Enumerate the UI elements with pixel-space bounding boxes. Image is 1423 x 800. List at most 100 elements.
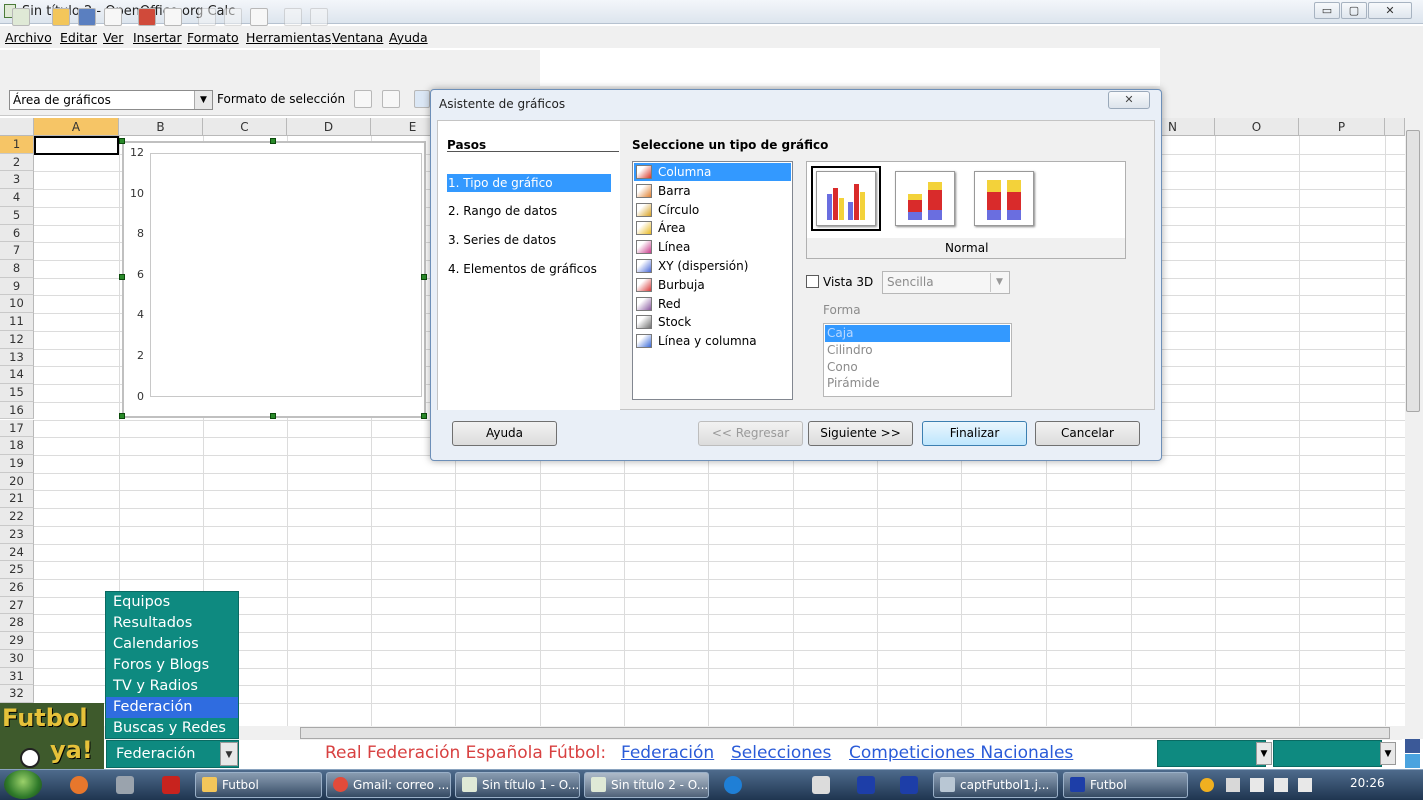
row-header[interactable]: 10 — [0, 295, 34, 314]
column-header[interactable]: B — [119, 118, 203, 136]
paste-icon[interactable] — [250, 8, 268, 26]
row-header[interactable]: 29 — [0, 632, 34, 650]
row-header[interactable]: 6 — [0, 224, 34, 243]
column-header[interactable]: A — [34, 118, 119, 136]
link-selecciones[interactable]: Selecciones — [731, 743, 831, 763]
column-stacked-variant-icon[interactable] — [895, 171, 955, 226]
row-header[interactable]: 24 — [0, 543, 34, 562]
clock[interactable]: 20:26 — [1350, 776, 1385, 790]
row-header[interactable]: 25 — [0, 561, 34, 579]
row-header[interactable]: 28 — [0, 614, 34, 633]
action-center-icon[interactable] — [1226, 778, 1240, 792]
firefox-icon[interactable] — [70, 776, 88, 794]
redo-icon[interactable] — [310, 8, 328, 26]
back-button[interactable]: << Regresar — [698, 421, 803, 446]
app-icon[interactable] — [812, 776, 830, 794]
chart-type-item[interactable]: Círculo — [634, 201, 791, 219]
shape-option[interactable]: Cilindro — [825, 342, 1010, 359]
cut-icon[interactable] — [198, 8, 216, 26]
copy-icon[interactable] — [224, 8, 242, 26]
dialog-close-button[interactable]: ✕ — [1108, 91, 1150, 109]
export-pdf-icon[interactable] — [138, 8, 156, 26]
help-button[interactable]: Ayuda — [452, 421, 557, 446]
row-header[interactable]: 4 — [0, 189, 34, 207]
row-header[interactable]: 32 — [0, 685, 34, 703]
column-header[interactable]: C — [203, 118, 287, 136]
chart-type-item[interactable]: Línea — [634, 238, 791, 256]
row-header[interactable]: 7 — [0, 242, 34, 260]
column-normal-variant-icon[interactable] — [811, 166, 881, 231]
shape-option[interactable]: Pirámide — [825, 375, 1010, 392]
futbol-menu-item[interactable]: Foros y Blogs — [106, 655, 238, 676]
link-competiciones[interactable]: Competiciones Nacionales — [849, 743, 1073, 763]
futbol-menu-item[interactable]: Federación — [106, 697, 238, 718]
cancel-button[interactable]: Cancelar — [1035, 421, 1140, 446]
column-header[interactable]: D — [287, 118, 371, 136]
row-header[interactable]: 16 — [0, 401, 34, 420]
chart-type-item[interactable]: Línea y columna — [634, 332, 791, 350]
chart-resize-handle[interactable] — [270, 138, 276, 144]
step-chart-type[interactable]: 1. Tipo de gráfico — [447, 174, 611, 192]
next-button[interactable]: Siguiente >> — [808, 421, 913, 446]
filezilla-icon[interactable] — [162, 776, 180, 794]
start-button[interactable] — [4, 770, 42, 799]
vertical-scroll-thumb[interactable] — [1406, 130, 1420, 412]
row-header[interactable]: 19 — [0, 454, 34, 473]
row-header[interactable]: 22 — [0, 508, 34, 526]
tray-icon[interactable] — [1200, 778, 1214, 792]
row-header[interactable]: 23 — [0, 525, 34, 544]
app-icon[interactable] — [900, 776, 918, 794]
futbol-menu-item[interactable]: Resultados — [106, 613, 238, 634]
save-icon[interactable] — [78, 8, 96, 26]
chart-type-item[interactable]: Área — [634, 219, 791, 237]
chart-type-item[interactable]: Barra — [634, 182, 791, 200]
chart-resize-handle[interactable] — [421, 274, 427, 280]
shape-option[interactable]: Cono — [825, 359, 1010, 376]
finish-button[interactable]: Finalizar — [922, 421, 1027, 446]
row-header[interactable]: 13 — [0, 348, 34, 367]
row-header[interactable]: 17 — [0, 419, 34, 438]
futbol-menu-item[interactable]: Calendarios — [106, 634, 238, 655]
horizontal-scroll-thumb[interactable] — [300, 727, 1390, 739]
tray-icon[interactable] — [1250, 778, 1264, 792]
app-icon[interactable] — [857, 776, 875, 794]
chart-type-item[interactable]: Red — [634, 295, 791, 313]
ie-icon[interactable] — [724, 776, 742, 794]
row-header[interactable]: 9 — [0, 277, 34, 296]
vista-3d-checkbox[interactable] — [806, 275, 819, 288]
menu-archivo[interactable]: Archivo — [5, 30, 52, 45]
format-selection-button[interactable]: Formato de selección — [217, 92, 345, 106]
email-icon[interactable] — [104, 8, 122, 26]
row-header[interactable]: 14 — [0, 366, 34, 385]
maximize-button[interactable]: ▢ — [1341, 2, 1367, 19]
chart-resize-handle[interactable] — [119, 413, 125, 419]
column-header[interactable]: O — [1215, 118, 1299, 136]
chart-type-item[interactable]: XY (dispersión) — [634, 257, 791, 275]
row-header[interactable]: 26 — [0, 579, 34, 597]
print-icon[interactable] — [164, 8, 182, 26]
shape-option[interactable]: Caja — [825, 325, 1010, 342]
twitter-icon[interactable] — [1405, 754, 1420, 768]
menu-ventana[interactable]: Ventana — [332, 30, 383, 45]
network-icon[interactable] — [1274, 778, 1288, 792]
step-chart-elements[interactable]: 4. Elementos de gráficos — [447, 260, 611, 278]
futbol-menu-item[interactable]: TV y Radios — [106, 676, 238, 697]
menu-ayuda[interactable]: Ayuda — [389, 30, 428, 45]
select-all-corner[interactable] — [0, 118, 34, 136]
row-header[interactable]: 12 — [0, 330, 34, 349]
volume-icon[interactable] — [1298, 778, 1312, 792]
row-header[interactable]: 27 — [0, 596, 34, 615]
menu-ver[interactable]: Ver — [103, 30, 123, 45]
futbol-menu-item[interactable]: Equipos — [106, 592, 238, 613]
row-header[interactable]: 15 — [0, 384, 34, 402]
step-data-range[interactable]: 2. Rango de datos — [447, 202, 611, 220]
chart-resize-handle[interactable] — [119, 274, 125, 280]
menu-editar[interactable]: Editar — [60, 30, 97, 45]
row-header[interactable]: 1 — [0, 136, 34, 154]
open-folder-icon[interactable] — [52, 8, 70, 26]
row-header[interactable]: 31 — [0, 667, 34, 686]
chart-resize-handle[interactable] — [421, 413, 427, 419]
chevron-down-icon[interactable]: ▼ — [220, 742, 238, 766]
row-header[interactable]: 21 — [0, 490, 34, 509]
data-table-icon[interactable] — [382, 90, 400, 108]
